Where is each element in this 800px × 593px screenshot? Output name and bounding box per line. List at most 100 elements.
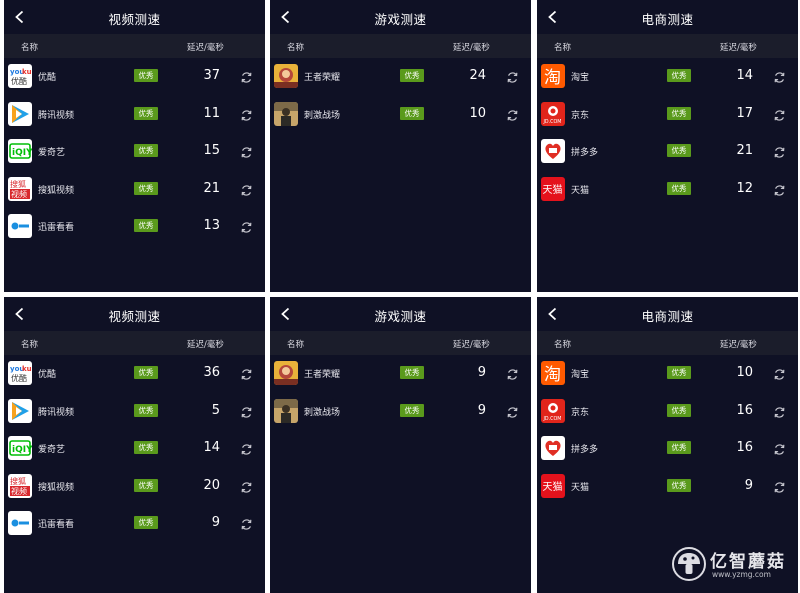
status-badge: 优秀: [400, 69, 424, 82]
status-badge: 优秀: [134, 516, 158, 529]
top-bar: 游戏测速: [270, 0, 531, 34]
svg-text:优酷: 优酷: [11, 76, 27, 86]
column-header: 名称 延迟/毫秒: [537, 331, 798, 355]
refresh-icon[interactable]: [240, 107, 253, 121]
status-badge: 优秀: [667, 69, 691, 82]
pinduoduo-icon: [541, 436, 565, 460]
list-item: 拼多多 优秀 16: [537, 430, 798, 468]
svg-text:iQIY: iQIY: [12, 148, 32, 158]
youku-icon: you ku 优酷: [8, 361, 32, 385]
status-badge: 优秀: [400, 403, 424, 417]
svg-text:JD.COM: JD.COM: [543, 119, 562, 125]
refresh-icon[interactable]: [773, 441, 786, 455]
svg-text:搜狐: 搜狐: [10, 179, 26, 189]
status-badge: 优秀: [134, 144, 158, 157]
watermark-url: www.yzmg.com: [712, 570, 771, 579]
latency-value: 37: [203, 68, 220, 83]
list-item: JD.COM 京东 优秀 17: [537, 96, 798, 134]
status-badge: 优秀: [134, 403, 158, 417]
latency-value: 17: [736, 105, 753, 121]
svg-text:淘: 淘: [544, 68, 561, 88]
refresh-icon[interactable]: [773, 404, 786, 418]
tmall-icon: 天猫: [541, 176, 565, 201]
app-name: 优酷: [38, 73, 57, 83]
latency-value: 9: [211, 515, 220, 530]
refresh-icon[interactable]: [240, 182, 253, 196]
latency-value: 11: [203, 105, 220, 121]
mushroom-logo-icon: [672, 547, 706, 585]
sohu-video-icon: 搜狐 视频: [8, 473, 32, 498]
tmall-icon: 天猫: [541, 473, 565, 498]
status-badge: 优秀: [667, 366, 691, 379]
ecommerce-speedtest-panel: 电商测速 名称 延迟/毫秒 淘 淘宝 优秀 14 JD.COM 京东 优秀 17: [537, 0, 798, 292]
refresh-icon[interactable]: [240, 366, 253, 380]
top-bar: 游戏测速: [270, 297, 531, 331]
app-name: 搜狐视频: [38, 185, 75, 196]
game-speedtest-panel: 游戏测速 名称 延迟/毫秒 王者荣耀 优秀 24 刺激战场 优秀 10: [270, 0, 531, 292]
latency-value: 9: [477, 365, 486, 380]
refresh-icon[interactable]: [240, 404, 253, 418]
refresh-icon[interactable]: [240, 69, 253, 83]
refresh-icon[interactable]: [506, 366, 519, 380]
status-badge: 优秀: [400, 366, 424, 379]
status-badge: 优秀: [667, 106, 691, 120]
taobao-icon: 淘: [541, 64, 565, 88]
latency-value: 24: [469, 68, 486, 83]
latency-value: 36: [203, 365, 220, 380]
refresh-icon[interactable]: [506, 107, 519, 121]
honor-of-kings-icon: [274, 361, 298, 385]
column-latency-label: 延迟/毫秒: [453, 340, 490, 350]
svg-text:视频: 视频: [11, 486, 27, 496]
list-item: 刺激战场 优秀 9: [270, 393, 531, 431]
refresh-icon[interactable]: [773, 144, 786, 158]
status-badge: 优秀: [134, 69, 158, 82]
status-badge: 优秀: [667, 478, 691, 492]
column-name-label: 名称: [554, 43, 572, 53]
column-latency-label: 延迟/毫秒: [187, 43, 224, 53]
video-speedtest-panel: 视频测速 名称 延迟/毫秒 you ku 优酷 优酷 优秀 36 腾讯视频 优秀 5…: [4, 297, 265, 593]
status-badge: 优秀: [400, 106, 424, 120]
list-item: 拼多多 优秀 21: [537, 133, 798, 171]
refresh-icon[interactable]: [240, 219, 253, 233]
refresh-icon[interactable]: [240, 479, 253, 493]
svg-text:ku: ku: [22, 365, 32, 373]
refresh-icon[interactable]: [773, 107, 786, 121]
watermark: 亿智蘑菇 www.yzmg.com: [672, 545, 792, 587]
refresh-icon[interactable]: [773, 182, 786, 196]
list-item: 迅雷看看 优秀 9: [4, 505, 265, 543]
app-name: 迅雷看看: [38, 520, 75, 530]
top-bar: 视频测速: [4, 297, 265, 331]
youku-icon: you ku 优酷: [8, 64, 32, 88]
status-badge: 优秀: [134, 441, 158, 454]
latency-value: 16: [736, 402, 753, 418]
refresh-icon[interactable]: [506, 404, 519, 418]
tencent-video-icon: [8, 101, 32, 126]
page-title: 视频测速: [108, 12, 161, 27]
app-name: 天猫: [571, 482, 590, 493]
latency-value: 10: [736, 365, 753, 380]
honor-of-kings-icon: [274, 64, 298, 88]
app-list: 王者荣耀 优秀 9 刺激战场 优秀 9: [270, 355, 531, 430]
video-speedtest-panel: 视频测速 名称 延迟/毫秒 you ku 优酷 优酷 优秀 37 腾讯视频 优秀 1…: [4, 0, 265, 292]
refresh-icon[interactable]: [506, 69, 519, 83]
status-badge: 优秀: [667, 144, 691, 157]
column-name-label: 名称: [287, 43, 305, 53]
column-latency-label: 延迟/毫秒: [720, 340, 757, 350]
latency-value: 12: [736, 180, 753, 196]
status-badge: 优秀: [667, 403, 691, 417]
app-name: 搜狐视频: [38, 482, 75, 493]
svg-text:ku: ku: [22, 68, 32, 76]
app-name: 王者荣耀: [304, 73, 341, 83]
xunlei-kankan-icon: [8, 511, 32, 535]
column-name-label: 名称: [21, 340, 39, 350]
latency-value: 16: [736, 440, 753, 455]
app-list: 王者荣耀 优秀 24 刺激战场 优秀 10: [270, 58, 531, 133]
column-name-label: 名称: [21, 43, 39, 53]
refresh-icon[interactable]: [773, 69, 786, 83]
refresh-icon[interactable]: [240, 144, 253, 158]
refresh-icon[interactable]: [240, 516, 253, 530]
app-name: 京东: [571, 407, 590, 418]
refresh-icon[interactable]: [773, 479, 786, 493]
refresh-icon[interactable]: [240, 441, 253, 455]
refresh-icon[interactable]: [773, 366, 786, 380]
